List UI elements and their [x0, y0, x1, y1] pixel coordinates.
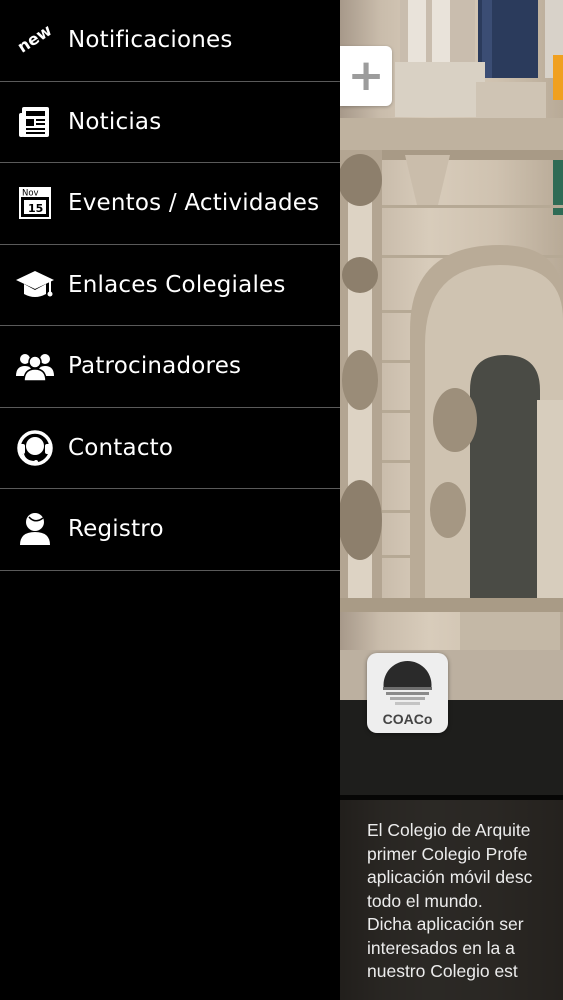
description-text: El Colegio de Arquite primer Colegio Pro… [367, 819, 563, 984]
menu-item-eventos[interactable]: Nov 15 Eventos / Actividades [0, 163, 340, 245]
menu-item-notificaciones[interactable]: new Notificaciones [0, 0, 340, 82]
svg-text:15: 15 [28, 202, 43, 215]
menu-item-contacto[interactable]: Contacto [0, 408, 340, 489]
description-panel: El Colegio de Arquite primer Colegio Pro… [340, 795, 563, 1000]
description-line: El Colegio de Arquite [367, 820, 531, 840]
menu-item-noticias[interactable]: Noticias [0, 82, 340, 163]
headset-icon [16, 429, 54, 467]
newspaper-icon [16, 103, 54, 141]
menu-item-patrocinadores[interactable]: Patrocinadores [0, 326, 340, 408]
navigation-drawer: new Notificaciones Noticias Nov 15 Event… [0, 0, 340, 1000]
menu-item-label: Enlaces Colegiales [68, 271, 286, 298]
logo-label: COACo [382, 711, 433, 727]
svg-text:Nov: Nov [22, 189, 39, 199]
description-line: primer Colegio Profe [367, 843, 528, 864]
menu-item-label: Noticias [68, 108, 162, 135]
menu-item-enlaces-colegiales[interactable]: Enlaces Colegiales [0, 245, 340, 326]
description-line: todo el mundo. [367, 890, 483, 911]
menu-item-registro[interactable]: Registro [0, 489, 340, 571]
description-line: interesados en la a [367, 937, 515, 958]
menu-item-label: Registro [68, 516, 164, 543]
new-badge-icon: new [14, 20, 56, 57]
menu-item-label: Contacto [68, 434, 174, 461]
description-line: nuestro Colegio est [367, 961, 518, 981]
description-line: Dicha aplicación ser [367, 914, 524, 934]
menu-item-label: Patrocinadores [68, 353, 242, 380]
graduation-cap-icon [16, 266, 54, 304]
user-icon [16, 510, 54, 548]
description-line: aplicación móvil desc [367, 867, 533, 887]
coaco-logo: COACo [367, 653, 448, 733]
menu-item-label: Eventos / Actividades [68, 190, 320, 217]
menu-item-label: Notificaciones [68, 27, 233, 54]
calendar-icon: Nov 15 [16, 184, 54, 222]
logo-emblem-icon [381, 661, 435, 711]
add-button[interactable]: + [340, 46, 392, 106]
group-icon [16, 347, 54, 385]
